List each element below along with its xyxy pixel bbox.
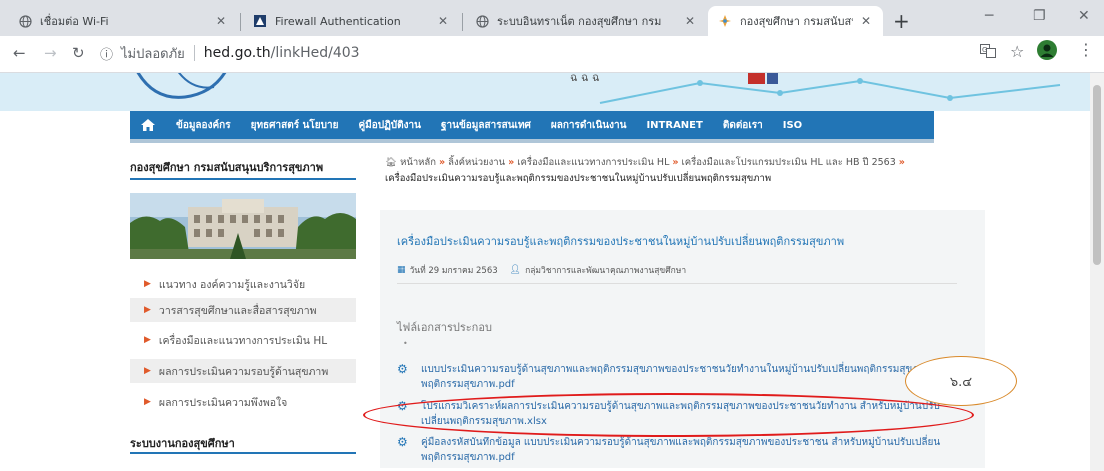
thai-ministry-icon: [718, 14, 732, 28]
article-author: กลุ่มวิชาการและพัฒนาคุณภาพงานสุขศึกษา: [525, 266, 687, 276]
breadcrumb-separator: »: [672, 157, 679, 168]
menu-kebab-icon[interactable]: ⋮: [1078, 40, 1094, 59]
tab-hed-active[interactable]: กองสุขศึกษา กรมสนับสนุนบริกา ✕: [708, 6, 883, 36]
sidebar-link-label: เครื่องมือและแนวทางการประเมิน HL: [158, 334, 328, 347]
article-meta: ▦ วันที่ 29 มกราคม 2563 👤︎ กลุ่มวิชาการแ…: [397, 263, 686, 277]
home-icon[interactable]: [130, 111, 166, 139]
nav-item-contact[interactable]: ติดต่อเรา: [723, 118, 763, 133]
sidebar-system-title: ระบบงานกองสุขศึกษา: [130, 437, 235, 450]
sidebar-link-label: ผลการประเมินความพึงพอใจ: [158, 396, 288, 409]
annotation-bubble: ๖.๔: [905, 356, 1017, 406]
sidebar-link-hl-results[interactable]: ▶ ผลการประเมินความรอบรู้ด้านสุขภาพ: [130, 359, 356, 383]
address-bar[interactable]: ⓘ ไม่ปลอดภัย hed.go.th/linkHed/403: [100, 41, 960, 65]
breadcrumb-separator: »: [439, 157, 446, 168]
building-photo: [130, 193, 356, 259]
minimize-icon[interactable]: ─: [985, 8, 993, 24]
scrollbar-thumb[interactable]: [1093, 85, 1101, 265]
sidebar-link-research[interactable]: ▶ แนวทาง องค์ความรู้และงานวิจัย: [130, 272, 356, 296]
nav-item-manuals[interactable]: คู่มือปฏิบัติงาน: [358, 118, 421, 133]
gear-icon: ⚙: [397, 362, 408, 376]
tab-label: เชื่อมต่อ Wi-Fi: [40, 15, 109, 28]
window-close-icon[interactable]: ✕: [1078, 8, 1090, 24]
tab-intranet[interactable]: ระบบอินทราเน็ต กองสุขศึกษา กรม ✕: [465, 6, 707, 36]
sidebar-org-title: กองสุขศึกษา กรมสนับสนุนบริการสุขภาพ: [130, 161, 324, 174]
forward-arrow-icon[interactable]: →: [44, 44, 57, 62]
nav-item-organization[interactable]: ข้อมูลองค์กร: [176, 118, 231, 133]
article-title: เครื่องมือประเมินความรอบรู้และพฤติกรรมขอ…: [397, 235, 845, 248]
chevron-right-icon: ▶: [144, 397, 151, 407]
user-icon: 👤︎: [509, 265, 522, 275]
globe-icon: [475, 14, 489, 28]
nav-item-iso[interactable]: ISO: [783, 120, 802, 131]
gear-icon: ⚙: [397, 435, 408, 449]
restore-icon[interactable]: ❐: [1033, 8, 1046, 24]
nav-item-strategy[interactable]: ยุทธศาสตร์ นโยบาย: [251, 118, 339, 133]
new-tab-button[interactable]: +: [893, 9, 910, 33]
tab-divider: [240, 13, 241, 31]
breadcrumb-item[interactable]: เครื่องมือและโปรแกรมประเมิน HL และ HB ปี…: [682, 157, 896, 168]
url-path: /linkHed/403: [270, 45, 360, 61]
attachment-link-pdf[interactable]: ⚙ แบบประเมินความรอบรู้ด้านสุขภาพและพฤติก…: [397, 362, 967, 392]
attachments-label: ไฟล์เอกสารประกอบ: [397, 321, 492, 334]
highlight-ellipse: [363, 393, 974, 437]
translate-icon[interactable]: G: [980, 44, 996, 61]
breadcrumb-item[interactable]: หน้าหลัก: [400, 157, 436, 168]
chevron-right-icon: ▶: [144, 279, 151, 289]
sidebar-title-underline: [130, 178, 356, 180]
attachment-link-manual[interactable]: ⚙ คู่มือลงรหัสบันทึกข้อมูล แบบประเมินควา…: [397, 435, 967, 465]
reload-icon[interactable]: ↻: [72, 44, 85, 62]
nav-item-database[interactable]: ฐานข้อมูลสารสนเทศ: [441, 118, 531, 133]
omnibox-divider: [193, 45, 195, 61]
calendar-icon: ▦: [397, 265, 406, 275]
attachment-label: คู่มือลงรหัสบันทึกข้อมูล แบบประเมินความร…: [421, 437, 941, 463]
bullet-dot: •: [403, 339, 408, 348]
main-nav: ข้อมูลองค์กร ยุทธศาสตร์ นโยบาย คู่มือปฏิ…: [130, 111, 934, 139]
sidebar-link-label: ผลการประเมินความรอบรู้ด้านสุขภาพ: [158, 365, 329, 378]
nav-item-results[interactable]: ผลการดำเนินงาน: [551, 118, 627, 133]
attachment-label: แบบประเมินความรอบรู้ด้านสุขภาพและพฤติกรร…: [421, 364, 932, 390]
site-header-banner: ฉ ฉ ฉ: [0, 73, 1090, 111]
close-tab-icon[interactable]: ✕: [436, 14, 450, 28]
close-tab-icon[interactable]: ✕: [683, 14, 697, 28]
nav-item-intranet[interactable]: INTRANET: [646, 120, 702, 131]
annotation-label: ๖.๔: [949, 374, 973, 390]
svg-text:G: G: [982, 46, 987, 54]
breadcrumb-current: เครื่องมือประเมินความรอบรู้และพฤติกรรมขอ…: [385, 173, 772, 184]
sidebar-link-journal[interactable]: ▶ วารสารสุขศึกษาและสื่อสารสุขภาพ: [130, 298, 356, 322]
sidebar-link-label: แนวทาง องค์ความรู้และงานวิจัย: [158, 278, 306, 291]
sidebar-link-hl-tools[interactable]: ▶ เครื่องมือและแนวทางการประเมิน HL: [130, 328, 356, 352]
tab-label: Firewall Authentication: [275, 14, 401, 28]
nav-shadow: [130, 139, 934, 143]
chevron-right-icon: ▶: [144, 335, 151, 345]
sidebar-link-satisfaction[interactable]: ▶ ผลการประเมินความพึงพอใจ: [130, 390, 356, 414]
url-host: hed.go.th: [203, 45, 271, 61]
chevron-right-icon: ▶: [144, 366, 151, 376]
breadcrumb: 🏠︎ หน้าหลัก» ลิ้งค์หน่วยงาน» เครื่องมือและแ…: [385, 155, 985, 187]
breadcrumb-item[interactable]: ลิ้งค์หน่วยงาน: [448, 157, 505, 168]
svg-text:ฉ ฉ ฉ: ฉ ฉ ฉ: [570, 73, 599, 84]
close-tab-icon[interactable]: ✕: [859, 14, 873, 28]
globe-icon: [18, 14, 32, 28]
sidebar-link-label: วารสารสุขศึกษาและสื่อสารสุขภาพ: [158, 304, 317, 317]
security-label[interactable]: ไม่ปลอดภัย: [121, 43, 185, 64]
tab-divider: [462, 13, 463, 31]
firewall-icon: [253, 14, 267, 28]
tab-wifi[interactable]: เชื่อมต่อ Wi-Fi ✕: [8, 6, 238, 36]
tab-firewall[interactable]: Firewall Authentication ✕: [243, 6, 460, 36]
home-icon: 🏠︎: [385, 157, 398, 168]
breadcrumb-item[interactable]: เครื่องมือและแนวทางการประเมิน HL: [517, 157, 669, 168]
breadcrumb-separator: »: [898, 157, 905, 168]
tab-label: ระบบอินทราเน็ต กองสุขศึกษา กรม: [497, 15, 662, 28]
back-arrow-icon[interactable]: ←: [13, 44, 26, 62]
sidebar-title-underline: [130, 452, 356, 454]
close-tab-icon[interactable]: ✕: [214, 14, 228, 28]
article-date: วันที่ 29 มกราคม 2563: [409, 266, 498, 276]
breadcrumb-separator: »: [508, 157, 515, 168]
info-icon[interactable]: ⓘ: [100, 44, 113, 63]
profile-avatar-icon[interactable]: [1037, 40, 1057, 64]
chevron-right-icon: ▶: [144, 305, 151, 315]
tab-label: กองสุขศึกษา กรมสนับสนุนบริกา: [740, 15, 853, 28]
bookmark-star-icon[interactable]: ☆: [1010, 42, 1024, 61]
card-divider: [397, 283, 957, 284]
